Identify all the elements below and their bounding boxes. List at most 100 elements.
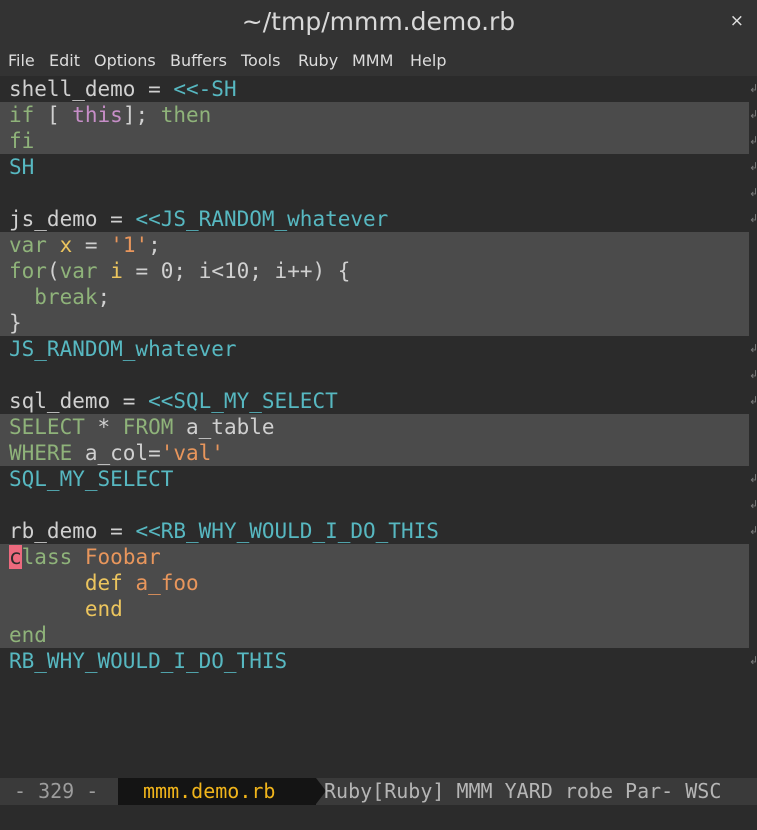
fringe-wrap-icon: ↲ <box>749 394 757 407</box>
code-line-text: end <box>9 622 47 648</box>
code-token: break <box>34 285 98 309</box>
code-line-text: rb_demo = <<RB_WHY_WOULD_I_DO_THIS <box>9 518 439 544</box>
code-line-text: class Foobar <box>9 544 161 570</box>
code-line[interactable]: for(var i = 0; i<10; i++) { <box>0 258 749 284</box>
code-line[interactable]: def a_foo <box>0 570 749 596</box>
fringe-wrap-icon: ↲ <box>749 134 757 147</box>
menu-tools[interactable]: Tools <box>241 51 280 70</box>
code-token: a_col= <box>72 441 161 465</box>
code-token: js_demo = <box>9 207 136 231</box>
code-line[interactable]: SQL_MY_SELECT <box>0 466 749 492</box>
title-bar: ~/tmp/mmm.demo.rb × <box>0 0 757 46</box>
mode-line: - 329 - mmm.demo.rb Ruby[Ruby] MMM YARD … <box>0 778 757 805</box>
menu-mmm[interactable]: MMM <box>352 51 393 70</box>
code-line-text: end <box>9 596 123 622</box>
code-line[interactable]: rb_demo = <<RB_WHY_WOULD_I_DO_THIS <box>0 518 749 544</box>
code-token: FROM <box>122 415 174 439</box>
code-line[interactable] <box>0 362 749 388</box>
code-line-text: if [ this]; then <box>9 102 211 128</box>
fringe-wrap-icon: ↲ <box>749 212 757 225</box>
code-line-text: SELECT * FROM a_table <box>9 414 275 440</box>
code-token: shell_demo = <box>9 77 174 101</box>
fringe-wrap-icon: ↲ <box>749 524 757 537</box>
code-line[interactable] <box>0 492 749 518</box>
code-token: end <box>84 597 123 621</box>
code-line[interactable]: shell_demo = <<-SH <box>0 76 749 102</box>
window-title: ~/tmp/mmm.demo.rb <box>241 7 516 36</box>
code-token: <<JS_RANDOM_whatever <box>135 207 389 231</box>
code-token: ; <box>148 233 161 257</box>
menu-ruby[interactable]: Ruby <box>298 51 338 70</box>
code-token: if <box>9 103 35 127</box>
code-line[interactable]: if [ this]; then <box>0 102 749 128</box>
code-line[interactable]: SELECT * FROM a_table <box>0 414 749 440</box>
code-token: SELECT <box>9 415 85 439</box>
code-token: x <box>59 233 73 257</box>
buffer-name[interactable]: mmm.demo.rb <box>143 778 275 805</box>
code-line-text: shell_demo = <<-SH <box>9 76 237 102</box>
menu-bar: File Edit Options Buffers Tools Ruby MMM… <box>0 46 757 76</box>
code-token: ( <box>46 259 60 283</box>
code-token: <<RB_WHY_WOULD_I_DO_THIS <box>135 519 439 543</box>
fringe-wrap-icon: ↲ <box>749 498 757 511</box>
code-token: this <box>72 103 123 127</box>
code-token: SQL_MY_SELECT <box>9 467 174 491</box>
code-line[interactable]: end <box>0 596 749 622</box>
code-token: a_table <box>173 415 275 439</box>
code-token: 'val' <box>160 441 224 465</box>
menu-file[interactable]: File <box>8 51 35 70</box>
modeline-modes[interactable]: Ruby[Ruby] MMM YARD robe Par- WSC <box>324 778 721 805</box>
code-line-text: } <box>9 310 22 336</box>
minibuffer[interactable] <box>0 805 757 830</box>
code-token: var <box>9 233 47 257</box>
code-token: sql_demo = <box>9 389 149 413</box>
code-line[interactable]: sql_demo = <<SQL_MY_SELECT <box>0 388 749 414</box>
code-line[interactable] <box>0 180 749 206</box>
code-line-text: def a_foo <box>9 570 199 596</box>
code-token: = 0; i<10; i++) { <box>122 259 351 283</box>
code-line[interactable]: var x = '1'; <box>0 232 749 258</box>
code-line[interactable]: JS_RANDOM_whatever <box>0 336 749 362</box>
code-token: then <box>160 103 212 127</box>
code-token: i <box>110 259 123 283</box>
fringe-wrap-icon: ↲ <box>749 160 757 173</box>
fringe-wrap-icon: ↲ <box>749 342 757 355</box>
code-token: = <box>72 233 111 257</box>
code-line[interactable]: fi <box>0 128 749 154</box>
code-line[interactable]: js_demo = <<JS_RANDOM_whatever <box>0 206 749 232</box>
code-token: var <box>59 259 98 283</box>
fringe-wrap-icon: ↲ <box>749 186 757 199</box>
code-token: SH <box>9 155 35 179</box>
code-line[interactable]: SH <box>0 154 749 180</box>
code-line[interactable]: } <box>0 310 749 336</box>
menu-edit[interactable]: Edit <box>49 51 80 70</box>
fringe-wrap-icon: ↲ <box>749 82 757 95</box>
code-token: } <box>9 311 22 335</box>
menu-buffers[interactable]: Buffers <box>170 51 227 70</box>
code-line[interactable]: class Foobar <box>0 544 749 570</box>
code-token: Foobar <box>84 545 161 569</box>
code-line[interactable]: end <box>0 622 749 648</box>
code-line[interactable]: RB_WHY_WOULD_I_DO_THIS <box>0 648 749 674</box>
code-token: '1' <box>110 233 149 257</box>
menu-help[interactable]: Help <box>410 51 446 70</box>
close-icon[interactable]: × <box>730 11 744 31</box>
text-cursor: c <box>9 545 22 569</box>
code-token: [ <box>34 103 73 127</box>
code-line[interactable]: WHERE a_col='val' <box>0 440 749 466</box>
menu-options[interactable]: Options <box>94 51 156 70</box>
editor-buffer[interactable]: shell_demo = <<-SH ↲ if [ this]; then ↲ fi ↲ S… <box>0 76 757 778</box>
code-token: rb_demo = <box>9 519 136 543</box>
code-line[interactable]: break; <box>0 284 749 310</box>
code-token: end <box>9 623 47 647</box>
code-token: <<SQL_MY_SELECT <box>148 389 338 413</box>
code-line-text: sql_demo = <<SQL_MY_SELECT <box>9 388 338 414</box>
code-line-text: js_demo = <<JS_RANDOM_whatever <box>9 206 388 232</box>
code-line-text: SQL_MY_SELECT <box>9 466 173 492</box>
